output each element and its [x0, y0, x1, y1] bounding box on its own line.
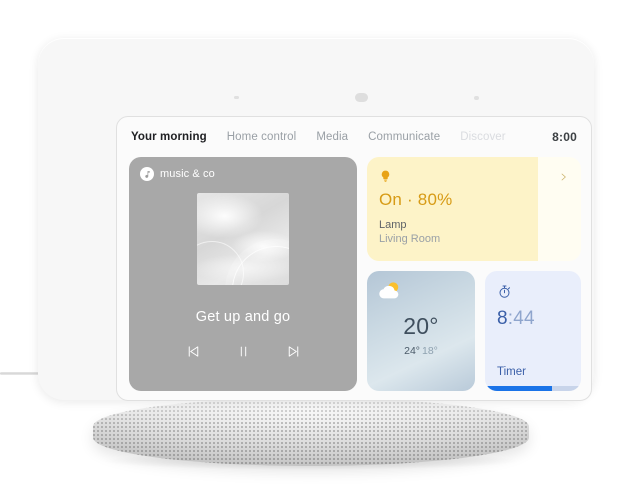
music-app-name: music & co — [160, 168, 215, 180]
tab-your-morning[interactable]: Your morning — [131, 131, 207, 143]
timer-seconds: :44 — [507, 308, 535, 329]
music-card[interactable]: music & co Get up and go — [129, 157, 357, 391]
light-bulb-icon — [381, 170, 390, 182]
sensor-dot-left-icon — [234, 96, 239, 99]
lamp-state-text: On · 80% — [379, 190, 453, 209]
lamp-content: On · 80% Lamp Living Room — [367, 157, 581, 261]
speaker-base — [93, 398, 529, 466]
music-controls — [185, 343, 302, 360]
timer-card[interactable]: 8:44 Timer — [485, 271, 581, 391]
pause-button[interactable] — [236, 343, 251, 360]
chevron-right-icon[interactable] — [559, 170, 568, 184]
weather-card[interactable]: 20° 24° 18° — [367, 271, 475, 391]
speaker-shading — [93, 398, 529, 466]
weather-range: 24° 18° — [367, 345, 475, 357]
bottom-row: 20° 24° 18° 8:44 Timer — [367, 271, 581, 391]
tab-discover[interactable]: Discover — [460, 131, 506, 143]
lamp-device-name: Lamp — [379, 219, 407, 231]
timer-progress-fill — [485, 386, 553, 391]
stopwatch-icon — [499, 285, 510, 298]
ambient-light-sensor-icon — [355, 93, 368, 102]
sensor-dot-right-icon — [474, 96, 479, 100]
previous-track-button[interactable] — [185, 343, 202, 360]
nav-bar: Your morning Home control Media Communic… — [117, 117, 591, 157]
left-column: music & co Get up and go — [129, 157, 357, 391]
card-grid: music & co Get up and go On · 80% Lamp L… — [129, 157, 581, 391]
timer-minutes: 8 — [497, 308, 508, 329]
tab-home-control[interactable]: Home control — [227, 131, 297, 143]
music-note-icon — [140, 167, 154, 181]
lamp-card[interactable]: On · 80% Lamp Living Room — [367, 157, 581, 261]
screen: Your morning Home control Media Communic… — [116, 116, 592, 401]
music-app-header: music & co — [140, 167, 215, 181]
weather-low-temp: 18° — [422, 345, 438, 357]
album-art — [197, 193, 289, 285]
tab-media[interactable]: Media — [316, 131, 348, 143]
timer-progress-track — [485, 386, 581, 391]
display-body: Your morning Home control Media Communic… — [38, 38, 594, 401]
timer-time: 8:44 — [497, 308, 569, 330]
device-scene: Your morning Home control Media Communic… — [0, 0, 631, 503]
timer-label: Timer — [497, 366, 526, 378]
weather-high-temp: 24° — [404, 345, 420, 357]
lamp-room-name: Living Room — [379, 233, 441, 245]
right-column: On · 80% Lamp Living Room 20° 24° 18° 8:… — [367, 157, 581, 391]
weather-temperature: 20° — [403, 313, 439, 339]
track-title: Get up and go — [195, 309, 291, 325]
clock: 8:00 — [552, 130, 577, 144]
sun-behind-cloud-icon — [379, 282, 399, 299]
next-track-button[interactable] — [285, 343, 302, 360]
tab-communicate[interactable]: Communicate — [368, 131, 440, 143]
